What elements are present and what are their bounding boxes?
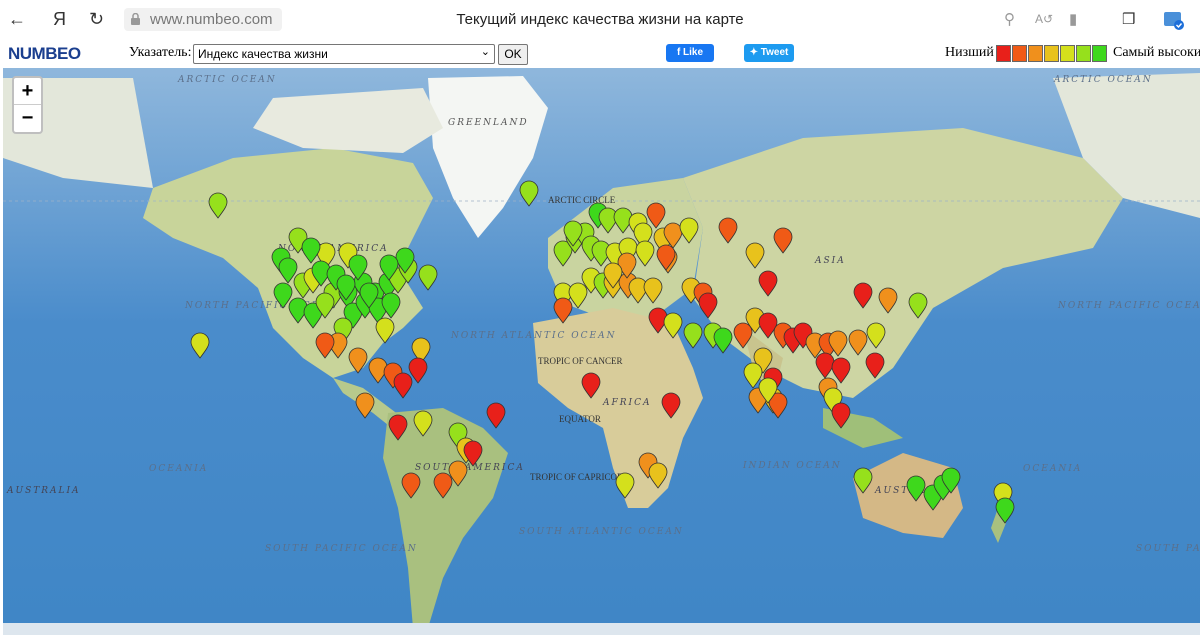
- legend-high-label: Самый высокий: [1113, 45, 1200, 60]
- zoom-in-button[interactable]: +: [14, 78, 41, 105]
- australia-label-west: AUSTRALIA: [6, 486, 81, 496]
- page-title: Текущий индекс качества жизни на карте: [456, 11, 744, 28]
- africa-label: AFRICA: [602, 398, 651, 408]
- legend-swatch: [996, 45, 1011, 62]
- legend-swatch: [1028, 45, 1043, 62]
- tropic-capricorn-label: TROPIC OF CAPRICORN: [530, 472, 630, 482]
- chevron-down-icon: ⌄: [480, 46, 490, 58]
- arctic-ocean-label-east: ARCTIC OCEAN: [1053, 75, 1153, 85]
- legend-swatch: [1092, 45, 1107, 62]
- indicator-label: Указатель:: [129, 45, 192, 60]
- asia-label: ASIA: [814, 256, 846, 266]
- north-atlantic-label: NORTH ATLANTIC OCEAN: [450, 331, 616, 341]
- tweet-label: Tweet: [760, 47, 789, 58]
- indian-ocean-label: INDIAN OCEAN: [742, 461, 842, 471]
- browser-toolbar: ← Я ↻ www.numbeo.com Текущий индекс каче…: [0, 0, 1200, 41]
- map-canvas: ARCTIC OCEAN ARCTIC OCEAN GREENLAND ARCT…: [3, 68, 1200, 635]
- legend-swatch: [1012, 45, 1027, 62]
- greenland-label: GREENLAND: [448, 118, 529, 128]
- oceania-label: OCEANIA: [149, 464, 208, 474]
- arctic-ocean-label: ARCTIC OCEAN: [177, 75, 277, 85]
- south-america-label: SOUTH AMERICA: [415, 463, 525, 473]
- oceania-label-east: OCEANIA: [1023, 464, 1082, 474]
- south-pacific-label-east: SOUTH PACIFIC OCEAN: [1136, 544, 1200, 554]
- zoom-control: + −: [12, 76, 43, 134]
- indicator-value: Индекс качества жизни: [198, 47, 328, 61]
- map-toolbar: NUMBEO Указатель: Индекс качества жизни …: [0, 40, 1200, 68]
- collections-icon[interactable]: ❒: [1122, 10, 1135, 28]
- ok-button[interactable]: OK: [498, 44, 528, 65]
- arctic-circle-label: ARCTIC CIRCLE: [548, 195, 616, 205]
- numbeo-logo[interactable]: NUMBEO: [8, 44, 81, 64]
- translate-icon[interactable]: A↺: [1035, 12, 1053, 26]
- legend-swatch: [1044, 45, 1059, 62]
- legend-swatch: [1076, 45, 1091, 62]
- facebook-like-label: Like: [683, 47, 704, 58]
- world-map[interactable]: ARCTIC OCEAN ARCTIC OCEAN GREENLAND ARCT…: [3, 68, 1200, 635]
- legend-low-label: Низший: [945, 45, 994, 60]
- search-page-icon[interactable]: ⚲: [1004, 10, 1015, 28]
- north-pacific-label-east: NORTH PACIFIC OCEAN: [1057, 301, 1200, 311]
- south-atlantic-label: SOUTH ATLANTIC OCEAN: [519, 527, 684, 537]
- equator-label: EQUATOR: [559, 414, 601, 424]
- tropic-cancer-label: TROPIC OF CANCER: [538, 356, 623, 366]
- tweet-button[interactable]: ✦ Tweet: [744, 44, 794, 62]
- south-pacific-label: SOUTH PACIFIC OCEAN: [265, 544, 418, 554]
- twitter-icon: ✦: [749, 47, 761, 58]
- indicator-select[interactable]: Индекс качества жизни ⌄: [193, 44, 495, 64]
- zoom-out-button[interactable]: −: [14, 105, 41, 131]
- facebook-like-button[interactable]: f Like: [666, 44, 714, 62]
- bookmark-icon[interactable]: ▮: [1069, 10, 1077, 28]
- profile-avatar[interactable]: [1163, 9, 1185, 35]
- legend-swatch: [1060, 45, 1075, 62]
